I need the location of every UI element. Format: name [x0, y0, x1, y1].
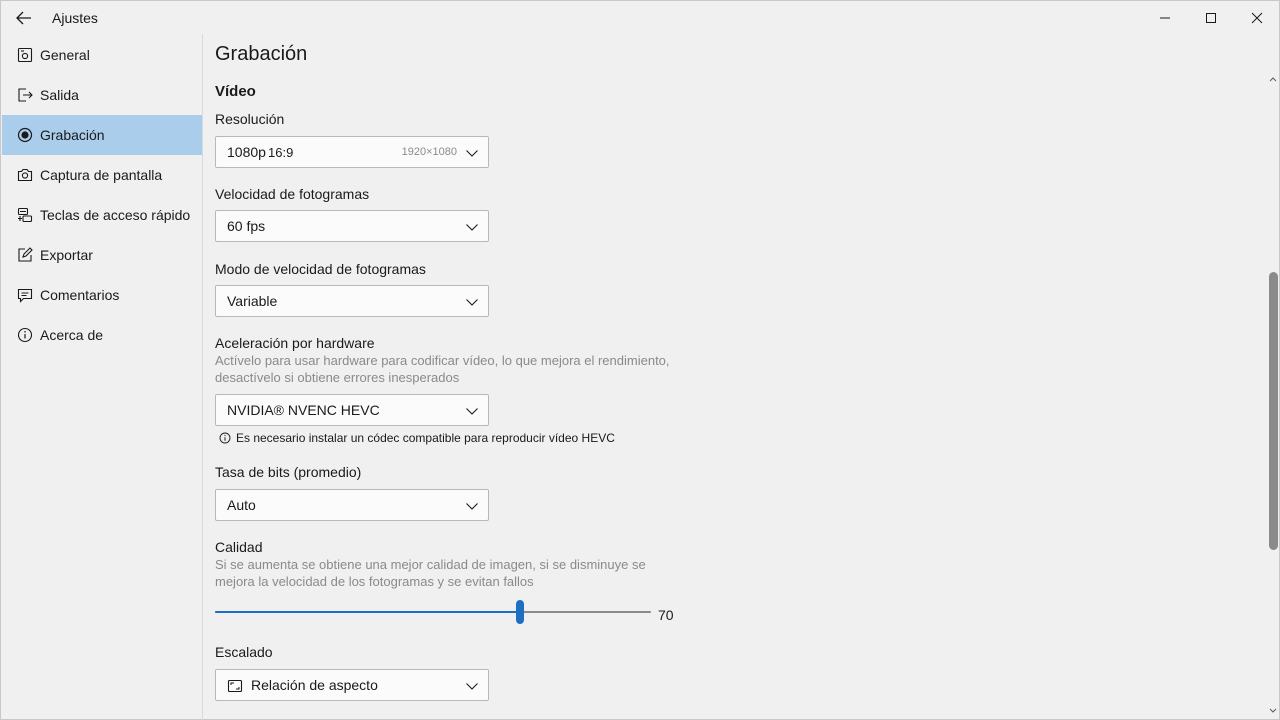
chevron-down-icon: [466, 150, 478, 157]
framerate-mode-value: Variable: [227, 293, 278, 309]
framerate-label: Velocidad de fotogramas: [215, 186, 370, 202]
keyboard-icon: [16, 206, 34, 224]
scrollbar-thumb[interactable]: [1269, 272, 1278, 550]
chevron-down-icon: [466, 224, 478, 231]
sidebar-item-label: General: [40, 47, 90, 63]
sidebar-item-label: Teclas de acceso rápido: [40, 207, 191, 223]
framerate-value: 60 fps: [227, 218, 266, 234]
bitrate-label: Tasa de bits (promedio): [215, 464, 362, 480]
sidebar-item-label: Salida: [40, 87, 79, 103]
close-button[interactable]: [1234, 1, 1280, 34]
hw-accel-value: NVIDIA® NVENC HEVC: [227, 402, 380, 418]
sidebar-item-label: Comentarios: [40, 287, 120, 303]
sidebar-item-label: Grabación: [40, 127, 105, 143]
chevron-down-icon: [466, 408, 478, 415]
quality-label: Calidad: [215, 539, 263, 555]
chevron-up-icon: [1269, 77, 1277, 82]
minimize-button[interactable]: [1142, 1, 1188, 34]
framerate-dropdown[interactable]: 60 fps: [215, 210, 489, 242]
hevc-note-text: Es necesario instalar un códec compatibl…: [236, 431, 615, 445]
page-title: Grabación: [215, 43, 308, 65]
aspect-ratio-icon: [227, 679, 243, 693]
framerate-mode-dropdown[interactable]: Variable: [215, 285, 489, 317]
resolution-aspect: 16:9: [268, 145, 294, 160]
info-icon: [219, 432, 231, 444]
hw-accel-label: Aceleración por hardware: [215, 335, 375, 351]
hw-accel-description: Actívelo para usar hardware para codific…: [215, 353, 670, 385]
chevron-down-icon: [1269, 708, 1277, 713]
sidebar-item-label: Captura de pantalla: [40, 167, 163, 183]
gear-icon: [16, 46, 34, 64]
settings-content: Grabación Vídeo Resolución 1080p 16:9 19…: [215, 34, 1255, 720]
scaling-value: Relación de aspecto: [251, 677, 378, 693]
quality-slider[interactable]: [215, 600, 651, 624]
chevron-down-icon: [466, 683, 478, 690]
sidebar-item-general[interactable]: General: [2, 35, 202, 75]
hw-accel-dropdown[interactable]: NVIDIA® NVENC HEVC: [215, 394, 489, 426]
sidebar-item-acerca[interactable]: Acerca de: [2, 315, 202, 355]
scroll-down-arrow[interactable]: [1267, 705, 1279, 717]
sidebar-item-label: Acerca de: [40, 327, 104, 343]
sidebar-item-label: Exportar: [40, 247, 93, 263]
vertical-scrollbar[interactable]: [1267, 73, 1279, 719]
hevc-note: Es necesario instalar un códec compatibl…: [219, 431, 615, 445]
quality-description: Si se aumenta se obtiene una mejor calid…: [215, 557, 646, 589]
resolution-pixels: 1920×1080: [401, 146, 457, 158]
camera-icon: [16, 166, 34, 184]
window-title: Ajustes: [52, 10, 98, 26]
scaling-label: Escalado: [215, 644, 273, 660]
title-bar: Ajustes: [1, 1, 1279, 34]
bitrate-value: Auto: [227, 497, 256, 513]
quality-value: 70: [658, 607, 674, 623]
record-icon: [16, 126, 34, 144]
sidebar-item-exportar[interactable]: Exportar: [2, 235, 202, 275]
minimize-icon: [1160, 17, 1170, 18]
chevron-down-icon: [466, 299, 478, 306]
resolution-value: 1080p: [227, 144, 266, 160]
sidebar-item-captura[interactable]: Captura de pantalla: [2, 155, 202, 195]
resolution-dropdown[interactable]: 1080p 16:9 1920×1080: [215, 136, 489, 168]
export-icon: [16, 86, 34, 104]
info-icon: [16, 326, 34, 344]
quality-slider-fill: [215, 611, 520, 613]
chevron-down-icon: [466, 503, 478, 510]
maximize-icon: [1206, 12, 1216, 23]
sidebar-item-teclas[interactable]: Teclas de acceso rápido: [2, 195, 202, 235]
sidebar: General Salida Grabación Captura de pant…: [1, 34, 203, 720]
scroll-up-arrow[interactable]: [1267, 73, 1279, 85]
arrow-left-icon: [16, 11, 31, 25]
feedback-icon: [16, 286, 34, 304]
sidebar-item-comentarios[interactable]: Comentarios: [2, 275, 202, 315]
back-button[interactable]: [9, 5, 39, 31]
settings-window: Ajustes General Salida Grabación Captura…: [0, 0, 1280, 720]
close-icon: [1251, 12, 1263, 23]
scaling-dropdown[interactable]: Relación de aspecto: [215, 669, 489, 701]
framerate-mode-label: Modo de velocidad de fotogramas: [215, 261, 426, 277]
edit-icon: [16, 246, 34, 264]
bitrate-dropdown[interactable]: Auto: [215, 489, 489, 521]
sidebar-item-salida[interactable]: Salida: [2, 75, 202, 115]
resolution-label: Resolución: [215, 111, 285, 127]
maximize-button[interactable]: [1188, 1, 1234, 34]
quality-slider-thumb[interactable]: [516, 600, 524, 624]
sidebar-item-grabacion[interactable]: Grabación: [2, 115, 202, 155]
section-title: Vídeo: [215, 83, 256, 100]
